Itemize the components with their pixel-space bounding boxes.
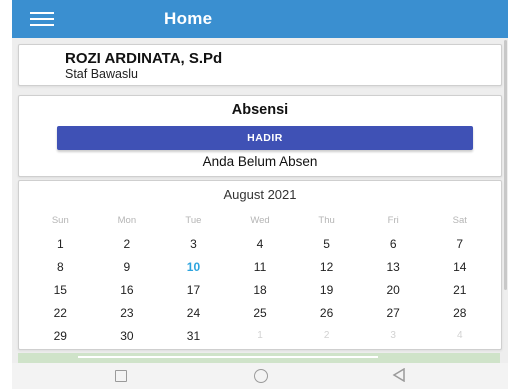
hadir-button[interactable]: HADIR — [57, 126, 473, 150]
calendar-day[interactable]: 14 — [426, 260, 493, 274]
profile-role: Staf Bawaslu — [65, 67, 138, 81]
calendar-day[interactable]: 29 — [27, 329, 94, 343]
calendar: August 2021 Sun Mon Tue Wed Thu Fri Sat … — [18, 180, 502, 350]
calendar-week: 15 16 17 18 19 20 21 — [27, 278, 493, 301]
weekday-label: Sat — [452, 215, 467, 226]
calendar-day[interactable]: 2 — [94, 237, 161, 251]
attendance-title: Absensi — [231, 102, 289, 118]
calendar-day-today[interactable]: 10 — [160, 260, 227, 274]
system-nav-bar — [12, 363, 508, 389]
calendar-day-next-month[interactable]: 1 — [227, 330, 294, 341]
calendar-day[interactable]: 27 — [360, 306, 427, 320]
calendar-week: 1 2 3 4 5 6 7 — [27, 232, 493, 255]
calendar-day[interactable]: 22 — [27, 306, 94, 320]
calendar-day[interactable]: 28 — [426, 306, 493, 320]
calendar-day[interactable]: 15 — [27, 283, 94, 297]
weekday-header: Sun Mon Tue Wed Thu Fri Sat — [27, 209, 493, 232]
calendar-day[interactable]: 16 — [94, 283, 161, 297]
calendar-day[interactable]: 24 — [160, 306, 227, 320]
weekday-label: Tue — [185, 215, 202, 226]
calendar-day-next-month[interactable]: 3 — [360, 330, 427, 341]
calendar-day[interactable]: 23 — [94, 306, 161, 320]
calendar-day[interactable]: 11 — [227, 260, 294, 274]
map-road — [78, 356, 378, 358]
calendar-day[interactable]: 8 — [27, 260, 94, 274]
calendar-day[interactable]: 30 — [94, 329, 161, 343]
calendar-day[interactable]: 21 — [426, 283, 493, 297]
calendar-day[interactable]: 18 — [227, 283, 294, 297]
square-icon[interactable] — [115, 370, 127, 382]
calendar-grid: Sun Mon Tue Wed Thu Fri Sat 1 2 3 4 5 6 … — [27, 209, 493, 347]
calendar-day[interactable]: 4 — [227, 237, 294, 251]
attendance-card: Absensi HADIR Anda Belum Absen — [18, 95, 502, 177]
calendar-day[interactable]: 20 — [360, 283, 427, 297]
calendar-week: 22 23 24 25 26 27 28 — [27, 301, 493, 324]
calendar-day[interactable]: 25 — [227, 306, 294, 320]
app-bar: Home — [12, 0, 508, 38]
weekday-label: Mon — [117, 215, 137, 226]
calendar-day[interactable]: 31 — [160, 329, 227, 343]
map-preview[interactable] — [18, 353, 500, 363]
calendar-week: 8 9 10 11 12 13 14 — [27, 255, 493, 278]
calendar-day-next-month[interactable]: 2 — [293, 330, 360, 341]
profile-card: ROZI ARDINATA, S.Pd Staf Bawaslu — [18, 44, 502, 86]
calendar-day[interactable]: 5 — [293, 237, 360, 251]
weekday-label: Sun — [51, 215, 69, 226]
calendar-month-label: August 2021 — [223, 187, 297, 202]
weekday-label: Fri — [387, 215, 399, 226]
calendar-day-next-month[interactable]: 4 — [426, 330, 493, 341]
weekday-label: Wed — [250, 215, 270, 226]
attendance-status: Anda Belum Absen — [202, 154, 318, 169]
scrollbar[interactable] — [504, 40, 507, 290]
calendar-day[interactable]: 17 — [160, 283, 227, 297]
calendar-day[interactable]: 26 — [293, 306, 360, 320]
calendar-day[interactable]: 6 — [360, 237, 427, 251]
weekday-label: Thu — [318, 215, 335, 226]
phone-screen: Home ROZI ARDINATA, S.Pd Staf Bawaslu Ab… — [12, 0, 508, 389]
profile-name: ROZI ARDINATA, S.Pd — [65, 50, 223, 67]
page-title: Home — [164, 9, 213, 28]
calendar-day[interactable]: 9 — [94, 260, 161, 274]
calendar-day[interactable]: 13 — [360, 260, 427, 274]
calendar-day[interactable]: 3 — [160, 237, 227, 251]
calendar-day[interactable]: 19 — [293, 283, 360, 297]
calendar-week: 29 30 31 1 2 3 4 — [27, 324, 493, 347]
calendar-day[interactable]: 1 — [27, 237, 94, 251]
back-triangle-icon[interactable] — [392, 367, 406, 387]
circle-icon[interactable] — [254, 369, 268, 383]
menu-icon[interactable] — [30, 12, 54, 26]
calendar-day[interactable]: 7 — [426, 237, 493, 251]
calendar-day[interactable]: 12 — [293, 260, 360, 274]
